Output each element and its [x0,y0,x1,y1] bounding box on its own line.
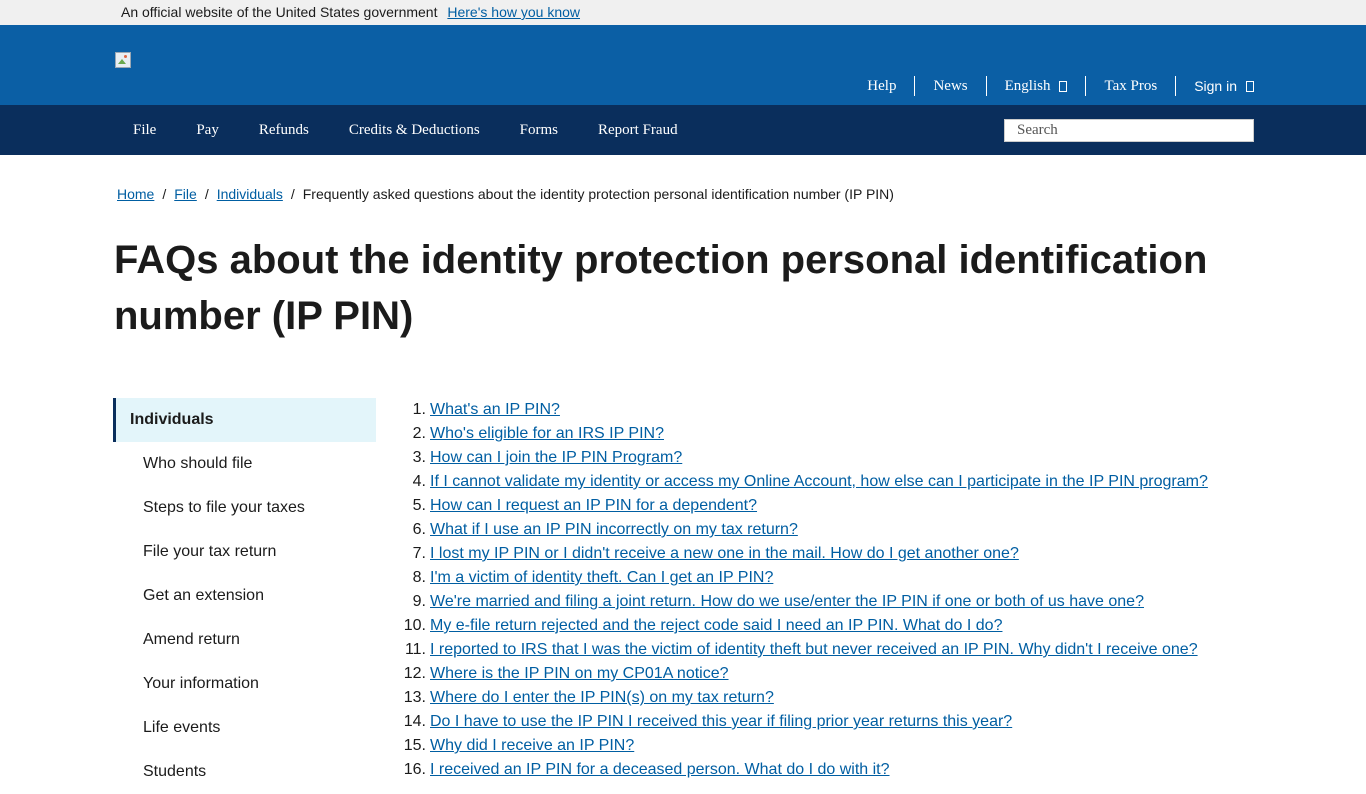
news-link[interactable]: News [914,76,985,96]
list-item: 13. Where do I enter the IP PIN(s) on my … [400,686,1208,710]
list-item: 9. We're married and filing a joint retur… [400,590,1208,614]
breadcrumb-file[interactable]: File [174,186,197,202]
heres-how-you-know-link[interactable]: Here's how you know [447,4,580,20]
chevron-down-icon [1246,80,1254,92]
faq-link[interactable]: We're married and filing a joint return.… [430,590,1144,614]
sidebar-item-who-should-file[interactable]: Who should file [113,442,376,486]
breadcrumb-separator: / [204,186,209,202]
faq-link[interactable]: If I cannot validate my identity or acce… [430,470,1208,494]
list-item: 14. Do I have to use the IP PIN I receive… [400,710,1208,734]
faq-link[interactable]: How can I join the IP PIN Program? [430,446,682,470]
list-item: 7. I lost my IP PIN or I didn't receive a… [400,542,1208,566]
list-item: 2. Who's eligible for an IRS IP PIN? [400,422,1208,446]
list-item: 8. I'm a victim of identity theft. Can I … [400,566,1208,590]
gov-banner: An official website of the United States… [0,0,1366,25]
faq-link[interactable]: Where is the IP PIN on my CP01A notice? [430,662,729,686]
faq-link[interactable]: I lost my IP PIN or I didn't receive a n… [430,542,1019,566]
faq-link[interactable]: I received an IP PIN for a deceased pers… [430,758,890,782]
sidebar-item-file-your-tax-return[interactable]: File your tax return [113,530,376,574]
nav-refunds[interactable]: Refunds [239,122,329,139]
list-item: 4. If I cannot validate my identity or ac… [400,470,1208,494]
faq-link[interactable]: I reported to IRS that I was the victim … [430,638,1198,662]
breadcrumb: Home / File / Individuals / Frequently a… [117,186,894,202]
search-input[interactable] [1004,119,1254,142]
nav-forms[interactable]: Forms [500,122,578,139]
site-header: Help News English Tax Pros Sign in [0,25,1366,105]
list-item: 3. How can I join the IP PIN Program? [400,446,1208,470]
faq-link[interactable]: What if I use an IP PIN incorrectly on m… [430,518,798,542]
faq-link[interactable]: I'm a victim of identity theft. Can I ge… [430,566,773,590]
faq-link[interactable]: My e-file return rejected and the reject… [430,614,1002,638]
language-menu[interactable]: English [985,76,1086,96]
breadcrumb-home[interactable]: Home [117,186,154,202]
sign-in-label: Sign in [1194,78,1237,94]
faq-link[interactable]: Why did I receive an IP PIN? [430,734,634,758]
sidebar-nav: Individuals Who should file Steps to fil… [113,398,376,794]
sidebar-item-your-information[interactable]: Your information [113,662,376,706]
language-label: English [1004,77,1051,94]
sidebar-item-life-events[interactable]: Life events [113,706,376,750]
irs-logo-broken-image-icon[interactable] [115,52,131,68]
breadcrumb-individuals[interactable]: Individuals [217,186,283,202]
breadcrumb-separator: / [162,186,167,202]
list-item: 1. What's an IP PIN? [400,398,1208,422]
sidebar-item-get-an-extension[interactable]: Get an extension [113,574,376,618]
gov-banner-text: An official website of the United States… [121,4,438,20]
breadcrumb-current: Frequently asked questions about the ide… [302,186,894,202]
sign-in-menu[interactable]: Sign in [1175,76,1254,96]
tax-pros-link[interactable]: Tax Pros [1085,76,1175,96]
list-item: 12. Where is the IP PIN on my CP01A notic… [400,662,1208,686]
list-item: 5. How can I request an IP PIN for a depe… [400,494,1208,518]
list-item: 16. I received an IP PIN for a deceased p… [400,758,1208,782]
main-nav: File Pay Refunds Credits & Deductions Fo… [0,105,1366,155]
faq-link[interactable]: How can I request an IP PIN for a depend… [430,494,757,518]
nav-pay[interactable]: Pay [176,122,239,139]
nav-report-fraud[interactable]: Report Fraud [578,122,698,139]
nav-file[interactable]: File [113,122,176,139]
help-link[interactable]: Help [849,76,914,96]
sidebar-item-students[interactable]: Students [113,750,376,794]
faq-link[interactable]: Where do I enter the IP PIN(s) on my tax… [430,686,774,710]
chevron-down-icon [1059,80,1068,92]
sidebar-item-individuals[interactable]: Individuals [113,398,376,442]
list-item: 10. My e-file return rejected and the rej… [400,614,1208,638]
nav-credits-deductions[interactable]: Credits & Deductions [329,122,500,139]
faq-link[interactable]: What's an IP PIN? [430,398,560,422]
sidebar-item-steps-to-file[interactable]: Steps to file your taxes [113,486,376,530]
faq-link[interactable]: Do I have to use the IP PIN I received t… [430,710,1012,734]
list-item: 15. Why did I receive an IP PIN? [400,734,1208,758]
sidebar-item-amend-return[interactable]: Amend return [113,618,376,662]
list-item: 11. I reported to IRS that I was the vict… [400,638,1208,662]
faq-list: 1. What's an IP PIN? 2. Who's eligible for… [400,398,1208,782]
list-item: 6. What if I use an IP PIN incorrectly on… [400,518,1208,542]
faq-link[interactable]: Who's eligible for an IRS IP PIN? [430,422,664,446]
utility-nav: Help News English Tax Pros Sign in [849,76,1254,96]
page-title: FAQs about the identity protection perso… [114,238,1208,338]
breadcrumb-separator: / [290,186,295,202]
